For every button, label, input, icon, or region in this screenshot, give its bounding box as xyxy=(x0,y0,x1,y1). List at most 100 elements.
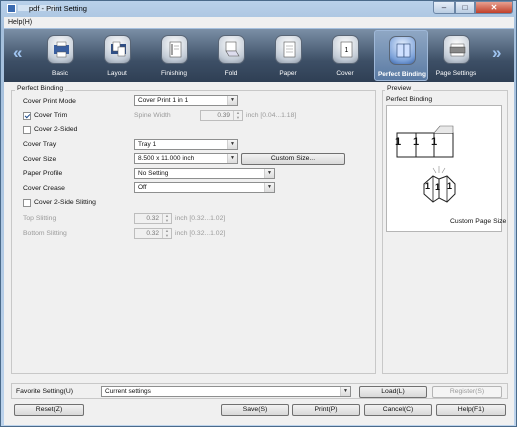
preview-group-title: Preview xyxy=(385,85,414,92)
preview-subtitle: Perfect Binding xyxy=(386,96,433,103)
tabs-prev-icon[interactable]: « xyxy=(13,43,22,63)
cover-tray-value: Tray 1 xyxy=(138,141,157,148)
tab-cover-label: Cover xyxy=(336,70,354,77)
cover-print-mode-select[interactable]: Cover Print 1 in 1 ▼ xyxy=(134,95,238,106)
finishing-icon xyxy=(161,35,188,64)
favorite-setting-value: Current settings xyxy=(105,388,151,395)
help-button[interactable]: Help(F1) xyxy=(436,404,506,416)
cover-trim-checkbox[interactable] xyxy=(23,112,31,120)
perfect-binding-group-title: Perfect Binding xyxy=(15,85,66,92)
preview-page-digit: 1 xyxy=(431,136,438,148)
print-setting-window: pdf - Print Setting – □ ✕ Help(H) « » Ba… xyxy=(0,0,517,427)
tab-page-settings-label: Page Settings xyxy=(435,70,477,77)
register-button[interactable]: Register(S) xyxy=(432,386,502,398)
cover-print-mode-label: Cover Print Mode xyxy=(23,98,76,105)
cover-icon: 1 xyxy=(332,35,359,64)
favorite-setting-select[interactable]: Current settings ▼ xyxy=(101,386,351,397)
cover-tray-label: Cover Tray xyxy=(23,141,57,148)
cover-crease-select[interactable]: Off ▼ xyxy=(134,182,275,193)
preview-page-digit: 1 xyxy=(413,136,420,148)
bottom-panel: Favorite Setting(U) Current settings ▼ Lo… xyxy=(4,379,514,425)
tab-perfect-binding-label: Perfect Binding xyxy=(377,71,427,78)
top-slitting-label: Top Slitting xyxy=(23,215,57,222)
chevron-down-icon: ▼ xyxy=(227,96,237,105)
chevron-down-icon: ▼ xyxy=(264,169,274,178)
chevron-down-icon: ▼ xyxy=(227,154,237,163)
paper-icon xyxy=(275,35,302,64)
cover-size-value: 8.500 x 11.000 inch xyxy=(138,155,195,162)
app-icon xyxy=(7,4,16,13)
menu-bar: Help(H) xyxy=(4,17,514,28)
print-button[interactable]: Print(P) xyxy=(292,404,360,416)
bottom-slitting-range: inch [0.32...1.02] xyxy=(175,230,226,237)
cover-2-side-slitting-label: Cover 2-Side Slitting xyxy=(34,199,96,206)
tab-finishing-label: Finishing xyxy=(160,70,187,77)
bottom-slitting-label: Bottom Slitting xyxy=(23,230,67,237)
maximize-button[interactable]: □ xyxy=(455,1,475,14)
top-slitting-range: inch [0.32...1.02] xyxy=(175,215,226,222)
spinner-arrows-icon: ▲ ▼ xyxy=(233,110,242,120)
tab-perfect-binding[interactable]: Perfect Binding xyxy=(374,30,428,81)
custom-size-button[interactable]: Custom Size... xyxy=(241,153,345,165)
close-button[interactable]: ✕ xyxy=(475,1,513,14)
tab-basic-label: Basic xyxy=(52,70,68,77)
window-title: pdf - Print Setting xyxy=(29,4,87,13)
paper-profile-label: Paper Profile xyxy=(23,170,63,177)
tab-layout[interactable]: Layout xyxy=(91,30,143,81)
tab-cover[interactable]: 1 Cover xyxy=(319,30,371,81)
cover-2-sided-checkbox[interactable] xyxy=(23,126,31,134)
menu-help[interactable]: Help(H) xyxy=(8,19,32,26)
tab-layout-label: Layout xyxy=(107,70,127,77)
tab-fold[interactable]: Fold xyxy=(205,30,257,81)
perfect-binding-icon xyxy=(389,36,416,65)
preview-fold-digit: 1 xyxy=(447,181,453,191)
cover-crease-value: Off xyxy=(138,184,147,191)
preview-fold-digit: 1 xyxy=(435,182,441,192)
reset-button[interactable]: Reset(Z) xyxy=(14,404,84,416)
perfect-binding-preview-illustration xyxy=(396,125,456,203)
chevron-down-icon: ▼ xyxy=(340,387,350,396)
cover-print-mode-value: Cover Print 1 in 1 xyxy=(138,97,189,104)
cover-2-sided-label: Cover 2-Sided xyxy=(34,126,78,133)
spine-width-spinner: 0.39 ▲ ▼ xyxy=(200,110,243,121)
tab-finishing[interactable]: Finishing xyxy=(148,30,200,81)
chevron-down-icon: ▼ xyxy=(264,183,274,192)
spinner-arrows-icon: ▲ ▼ xyxy=(162,213,171,223)
preview-fold-digit: 1 xyxy=(425,181,431,191)
bottom-slitting-value: 0.32 xyxy=(146,230,159,237)
page-settings-icon xyxy=(443,35,470,64)
tab-paper[interactable]: Paper xyxy=(262,30,314,81)
tab-content: Perfect Binding Cover Print Mode Cover P… xyxy=(4,82,514,379)
load-button[interactable]: Load(L) xyxy=(359,386,427,398)
paper-profile-select[interactable]: No Setting ▼ xyxy=(134,168,275,179)
bottom-slitting-spinner: 0.32 ▲ ▼ xyxy=(134,228,172,239)
cover-tray-select[interactable]: Tray 1 ▼ xyxy=(134,139,238,150)
cover-size-select[interactable]: 8.500 x 11.000 inch ▼ xyxy=(134,153,238,164)
top-slitting-spinner: 0.32 ▲ ▼ xyxy=(134,213,172,224)
preview-page-digit: 1 xyxy=(395,136,402,148)
custom-page-size-label: Custom Page Size xyxy=(450,218,507,225)
top-slitting-value: 0.32 xyxy=(146,215,159,222)
spine-width-label: Spine Width xyxy=(134,112,171,119)
preview-pane: 1 1 1 1 1 1 Custom Page Size xyxy=(386,105,506,232)
cover-2-side-slitting-checkbox[interactable] xyxy=(23,199,31,207)
spine-width-range: inch [0.04...1.18] xyxy=(246,112,297,119)
tab-bar: « » Basic Layout Finishing Fold Paper 1 … xyxy=(4,29,514,82)
cover-trim-label: Cover Trim xyxy=(34,112,68,119)
tab-page-settings[interactable]: Page Settings xyxy=(430,30,482,81)
chevron-down-icon: ▼ xyxy=(227,140,237,149)
paper-profile-value: No Setting xyxy=(138,170,169,177)
spine-width-value: 0.39 xyxy=(217,112,230,119)
fold-icon xyxy=(218,35,245,64)
layout-icon xyxy=(104,35,131,64)
minimize-button[interactable]: – xyxy=(433,1,455,14)
cover-crease-label: Cover Crease xyxy=(23,185,65,192)
title-bar[interactable]: pdf - Print Setting – □ ✕ xyxy=(1,1,516,17)
tabs-next-icon[interactable]: » xyxy=(492,43,501,63)
basic-icon xyxy=(47,35,74,64)
save-button[interactable]: Save(S) xyxy=(221,404,289,416)
tab-paper-label: Paper xyxy=(279,70,297,77)
tab-basic[interactable]: Basic xyxy=(34,30,86,81)
cancel-button[interactable]: Cancel(C) xyxy=(364,404,432,416)
favorite-setting-label: Favorite Setting(U) xyxy=(16,388,74,395)
